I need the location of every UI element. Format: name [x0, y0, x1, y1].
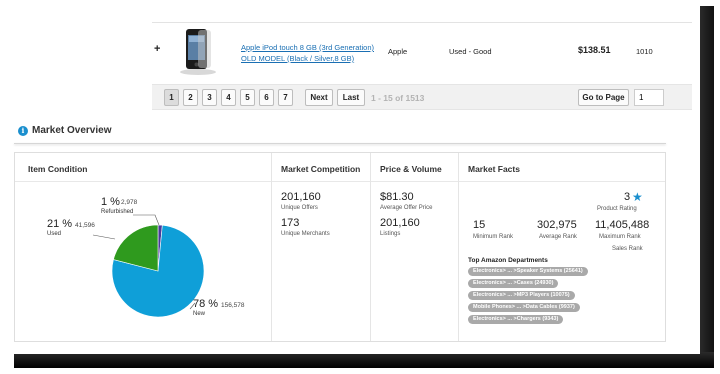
minimum-rank-value: 15 — [473, 219, 486, 231]
refurbished-count: 2,978 — [121, 199, 138, 206]
star-icon: ★ — [632, 190, 643, 204]
average-rank-value: 302,975 — [537, 219, 577, 231]
page-button-7[interactable]: 7 — [278, 89, 293, 106]
new-count: 156,578 — [221, 302, 245, 309]
maximum-rank-value: 11,405,488 — [595, 219, 650, 231]
refurbished-leader-line — [133, 214, 160, 226]
product-condition: Used - Good — [449, 47, 492, 56]
listings-label: Listings — [380, 231, 401, 237]
last-page-button[interactable]: Last — [337, 89, 365, 106]
go-to-page-button[interactable]: Go to Page — [578, 89, 629, 106]
refurbished-percent: 1 % — [101, 196, 120, 208]
market-facts-section: Market Facts 3 ★ Product Rating 15 Minim… — [459, 153, 665, 341]
ipod-thumbnail-image[interactable] — [174, 26, 220, 76]
screenshot-frame: + Apple iPod touch 8 GB (3rd Generation)… — [0, 0, 700, 354]
go-to-page-input[interactable] — [634, 89, 664, 106]
department-tag[interactable]: Electronics> ... >Chargers (9343) — [468, 315, 564, 324]
screenshot-shadow-right — [700, 6, 714, 366]
average-offer-price-value: $81.30 — [380, 191, 414, 203]
next-page-button[interactable]: Next — [305, 89, 333, 106]
expand-row-button[interactable]: + — [154, 43, 160, 55]
product-title-link[interactable]: Apple iPod touch 8 GB (3rd Generation) O… — [241, 42, 376, 64]
refurbished-label: Refurbished — [101, 209, 134, 215]
price-volume-section: Price & Volume $81.30 Average Offer Pric… — [371, 153, 459, 341]
page-button-2[interactable]: 2 — [183, 89, 198, 106]
item-condition-title: Item Condition — [15, 153, 271, 182]
page-range-text: 1 - 15 of 1513 — [371, 93, 425, 103]
new-label: New — [193, 311, 206, 317]
average-rank-label: Average Rank — [539, 234, 577, 240]
sales-rank-label: Sales Rank — [612, 246, 643, 252]
unique-merchants-value: 173 — [281, 217, 300, 229]
section-divider — [14, 143, 666, 144]
info-icon[interactable]: i — [18, 126, 28, 136]
product-rank: 1010 — [636, 47, 653, 56]
department-tag[interactable]: Mobile Phones> ... >Data Cables (9937) — [468, 303, 580, 312]
page-button-5[interactable]: 5 — [240, 89, 255, 106]
unique-offers-label: Unique Offers — [281, 205, 318, 211]
condition-pie-chart — [92, 214, 205, 318]
new-percent: 78 % — [193, 298, 219, 310]
market-overview-panel: Item Condition 1 % 2,978 Refurbished 21 … — [14, 152, 666, 342]
market-facts-title: Market Facts — [459, 153, 665, 182]
price-volume-title: Price & Volume — [371, 153, 458, 182]
product-price: $138.51 — [578, 45, 611, 55]
page-button-1[interactable]: 1 — [164, 89, 179, 106]
minimum-rank-label: Minimum Rank — [473, 234, 514, 240]
page-button-6[interactable]: 6 — [259, 89, 274, 106]
department-tag[interactable]: Electronics> ... >MP3 Players (10075) — [468, 291, 575, 300]
product-rating-label: Product Rating — [597, 206, 637, 212]
market-overview-title: Market Overview — [32, 125, 112, 136]
market-competition-section: Market Competition 201,160 Unique Offers… — [272, 153, 371, 341]
department-tag[interactable]: Electronics> ... >Cases (24930) — [468, 279, 559, 288]
product-rating-value: 3 — [624, 191, 631, 203]
unique-offers-value: 201,160 — [281, 191, 321, 203]
product-brand: Apple — [388, 47, 408, 56]
item-condition-section: Item Condition 1 % 2,978 Refurbished 21 … — [15, 153, 272, 341]
maximum-rank-label: Maximum Rank — [599, 234, 641, 240]
used-count: 41,596 — [75, 222, 95, 229]
market-overview-header: i Market Overview — [18, 124, 700, 144]
used-leader-line — [92, 234, 116, 240]
average-offer-price-label: Average Offer Price — [380, 205, 433, 211]
used-label: Used — [47, 231, 62, 237]
page-button-3[interactable]: 3 — [202, 89, 217, 106]
market-competition-title: Market Competition — [272, 153, 370, 182]
top-departments-title: Top Amazon Departments — [468, 257, 548, 264]
unique-merchants-label: Unique Merchants — [281, 231, 330, 237]
used-percent: 21 % — [47, 218, 73, 230]
page-button-4[interactable]: 4 — [221, 89, 236, 106]
department-tag[interactable]: Electronics> ... >Speaker Systems (25641… — [468, 267, 588, 276]
product-row: + Apple iPod touch 8 GB (3rd Generation)… — [152, 22, 692, 78]
listings-value: 201,160 — [380, 217, 420, 229]
screenshot-shadow-bottom — [14, 352, 714, 368]
pagination-bar: 1 2 3 4 5 6 7 Next Last 1 - 15 of 1513 G… — [152, 84, 692, 110]
